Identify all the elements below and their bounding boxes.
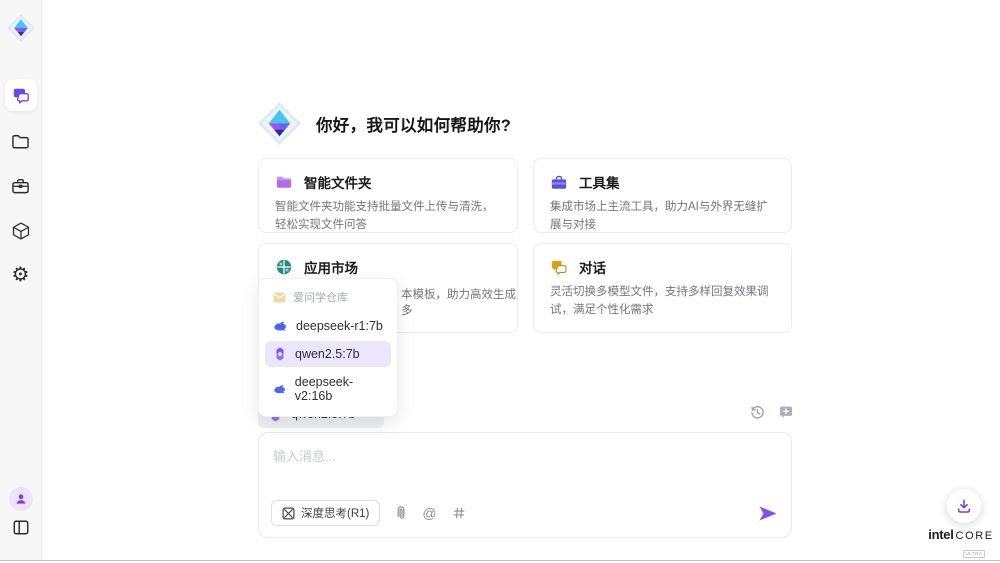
- composer-toolbar: 深度思考(R1) @: [271, 500, 777, 526]
- card-description: 智能文件夹功能支持批量文件上传与清洗，轻松实现文件问答: [275, 199, 501, 235]
- greeting-row: 你好，我可以如何帮助你?: [256, 100, 511, 147]
- cube-icon: [11, 221, 31, 241]
- gold-chat-bubbles-icon: [550, 259, 568, 275]
- attach-file-button[interactable]: [395, 505, 407, 521]
- chat-icon: [12, 86, 30, 104]
- deepseek-whale-icon: [273, 320, 288, 332]
- mention-button[interactable]: @: [422, 505, 436, 521]
- folder-icon: [11, 133, 30, 150]
- model-dropdown: 爱问学仓库 deepseek-r1:7b qwen2.5:7b deepseek…: [258, 278, 398, 417]
- sidebar-item-toolbox[interactable]: [11, 177, 30, 195]
- send-icon: [759, 506, 777, 521]
- model-option-qwen[interactable]: qwen2.5:7b: [265, 341, 391, 367]
- intel-badge: ultra: [963, 550, 986, 558]
- download-button[interactable]: [947, 489, 981, 523]
- model-option-label: deepseek-r1:7b: [296, 319, 383, 333]
- card-title: 对话: [579, 257, 606, 277]
- sidebar-item-folders[interactable]: [11, 133, 30, 150]
- paperclip-icon: [395, 505, 407, 521]
- message-composer: 深度思考(R1) @: [258, 432, 792, 538]
- model-dropdown-header: 爱问学仓库: [265, 286, 391, 311]
- card-description: 集成市场上主流工具，助力AI与外界无缝扩展与对接: [550, 199, 775, 235]
- send-button[interactable]: [759, 506, 777, 521]
- deep-think-icon: [282, 507, 295, 520]
- sidebar-item-chat[interactable]: [5, 79, 37, 111]
- new-chat-button[interactable]: [778, 405, 794, 420]
- deep-think-label: 深度思考(R1): [301, 505, 369, 521]
- card-toolset[interactable]: 工具集 集成市场上主流工具，助力AI与外界无缝扩展与对接: [533, 158, 792, 233]
- card-smart-folder[interactable]: 智能文件夹 智能文件夹功能支持批量文件上传与清洗，轻松实现文件问答: [258, 158, 518, 233]
- deepseek-whale-icon: [273, 383, 287, 395]
- gear-icon: ⚙: [12, 265, 30, 285]
- card-title: 工具集: [579, 172, 620, 192]
- prompt-library-button[interactable]: [452, 506, 466, 520]
- repo-label: 爱问学仓库: [293, 289, 348, 305]
- history-button[interactable]: [750, 405, 765, 420]
- intel-core-logo: intel core ultra: [930, 527, 992, 560]
- sidebar-item-models[interactable]: [11, 221, 31, 241]
- card-description: 灵活切换多模型文件，支持多样回复效果调试，满足个性化需求: [550, 284, 775, 320]
- repo-icon: [273, 292, 286, 303]
- app-market-icon: [275, 258, 293, 276]
- panel-icon: [12, 519, 30, 536]
- purple-folder-icon: [275, 174, 293, 190]
- card-description-visible-fragment: 本模板，助力高效生成多: [401, 286, 517, 318]
- model-option-label: qwen2.5:7b: [295, 347, 360, 361]
- page-title: 你好，我可以如何帮助你?: [316, 112, 511, 136]
- core-brand-text: core: [956, 530, 994, 542]
- model-option-label: deepseek-v2:16b: [295, 375, 383, 403]
- new-chat-icon: [778, 405, 794, 419]
- briefcase-icon: [11, 177, 30, 195]
- sidebar-item-settings[interactable]: ⚙: [12, 265, 30, 285]
- qwen-icon: [273, 347, 287, 361]
- deep-think-toggle[interactable]: 深度思考(R1): [271, 500, 380, 526]
- card-title: 智能文件夹: [304, 172, 372, 192]
- conversation-actions: [750, 405, 794, 420]
- indigo-briefcase-icon: [550, 174, 568, 191]
- user-avatar[interactable]: [9, 487, 33, 511]
- history-icon: [750, 405, 765, 420]
- app-logo-icon: [6, 13, 36, 43]
- intel-brand-text: intel: [928, 527, 953, 542]
- at-icon: @: [422, 505, 436, 521]
- window-bottom-border: [0, 560, 1000, 561]
- card-title: 应用市场: [304, 257, 358, 277]
- model-option-deepseek-v2[interactable]: deepseek-v2:16b: [265, 369, 391, 409]
- card-chat[interactable]: 对话 灵活切换多模型文件，支持多样回复效果调试，满足个性化需求: [533, 243, 792, 333]
- collapse-panel-icon[interactable]: [12, 519, 30, 541]
- download-icon: [956, 498, 972, 514]
- hash-icon: [452, 506, 466, 520]
- model-option-deepseek-r1[interactable]: deepseek-r1:7b: [265, 313, 391, 339]
- sidebar: ⚙: [0, 0, 42, 560]
- person-icon: [14, 492, 28, 506]
- message-input[interactable]: [259, 433, 791, 497]
- app-logo-large-icon: [256, 100, 303, 147]
